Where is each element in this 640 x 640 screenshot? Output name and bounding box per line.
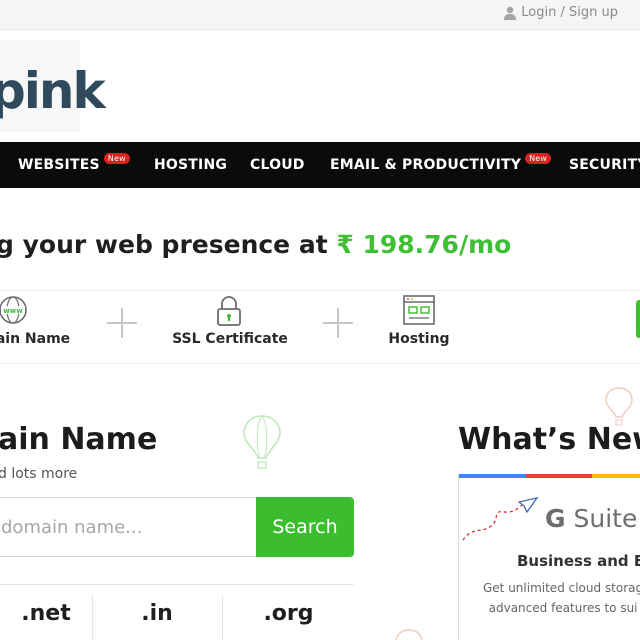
gsuite-promo-card[interactable]: G Suite b Business and E Get unlimited c… bbox=[458, 474, 640, 640]
login-label: Login / Sign up bbox=[521, 5, 618, 20]
whats-new-title: What’s New bbox=[458, 422, 640, 457]
domain-section-title: ain Name bbox=[0, 422, 158, 457]
globe-www-icon: www bbox=[0, 296, 27, 324]
card-text-line: advanced features to sui bbox=[488, 601, 638, 615]
card-title: Business and E bbox=[517, 552, 640, 570]
card-color-bar bbox=[459, 474, 640, 478]
paper-plane-icon bbox=[462, 496, 539, 541]
card-text-line: Get unlimited cloud storag bbox=[483, 581, 640, 595]
card-bar-segment bbox=[525, 474, 593, 478]
feature-label: Hosting bbox=[388, 331, 450, 347]
gsuite-g: G bbox=[545, 504, 566, 533]
new-badge: New bbox=[525, 152, 552, 164]
nav-item-hosting[interactable]: HOSTING bbox=[154, 142, 227, 188]
feature-domain-name: www ain Name bbox=[0, 291, 78, 363]
card-bar-segment bbox=[592, 474, 640, 478]
card-description: Get unlimited cloud storag advanced feat… bbox=[483, 578, 640, 618]
domain-search-input[interactable] bbox=[0, 498, 256, 556]
nav-label: SECURITY bbox=[569, 157, 640, 173]
feature-label: ain Name bbox=[0, 331, 71, 347]
gsuite-name: Suite bbox=[565, 504, 638, 533]
plus-icon bbox=[323, 308, 353, 338]
nav-label: HOSTING bbox=[154, 157, 228, 173]
search-button[interactable]: Search bbox=[256, 497, 354, 557]
cta-button-edge[interactable] bbox=[636, 300, 640, 338]
user-icon bbox=[504, 6, 517, 20]
feature-label: SSL Certificate bbox=[172, 331, 288, 347]
nav-label: CLOUD bbox=[250, 157, 305, 173]
tld-option-in[interactable]: .in bbox=[93, 585, 221, 640]
headline-text: g your web presence at bbox=[0, 230, 337, 259]
tld-option-org[interactable]: .org bbox=[223, 585, 354, 640]
hot-air-balloon-icon bbox=[605, 387, 633, 426]
hot-air-balloon-icon bbox=[243, 415, 281, 469]
nav-label: WEBSITES bbox=[18, 157, 100, 173]
main-navigation: WEBSITES New HOSTING CLOUD EMAIL & PRODU… bbox=[0, 142, 640, 188]
nav-item-security[interactable]: SECURITY bbox=[569, 142, 640, 188]
feature-hosting: Hosting bbox=[378, 291, 460, 363]
top-bar: Login / Sign up bbox=[0, 0, 640, 30]
nav-label: EMAIL & PRODUCTIVITY bbox=[330, 157, 522, 173]
login-signup-link[interactable]: Login / Sign up bbox=[504, 5, 618, 20]
domain-section-subtitle: d lots more bbox=[0, 466, 78, 482]
nav-item-cloud[interactable]: CLOUD bbox=[250, 142, 305, 188]
domain-search-box bbox=[0, 497, 256, 557]
hero-headline: g your web presence at ₹ 198.76/mo bbox=[0, 230, 511, 259]
headline-price: ₹ 198.76/mo bbox=[336, 230, 512, 259]
brand-logo[interactable]: pink bbox=[0, 66, 106, 116]
gsuite-logo: G Suite b bbox=[545, 504, 640, 533]
hot-air-balloon-icon bbox=[395, 629, 423, 640]
tld-option-net[interactable]: .net bbox=[0, 585, 92, 640]
tld-list: .net .in .org bbox=[0, 584, 354, 640]
features-strip: www ain Name SSL Certificate Hosting bbox=[0, 290, 640, 364]
nav-item-websites[interactable]: WEBSITES New bbox=[18, 142, 130, 188]
server-window-icon bbox=[403, 295, 435, 325]
feature-ssl-certificate: SSL Certificate bbox=[170, 291, 290, 363]
new-badge: New bbox=[103, 152, 130, 164]
nav-item-email-productivity[interactable]: EMAIL & PRODUCTIVITY New bbox=[330, 142, 552, 188]
card-bar-segment bbox=[459, 474, 526, 478]
plus-icon bbox=[107, 308, 137, 338]
svg-text:www: www bbox=[3, 307, 23, 315]
padlock-icon bbox=[217, 296, 241, 326]
